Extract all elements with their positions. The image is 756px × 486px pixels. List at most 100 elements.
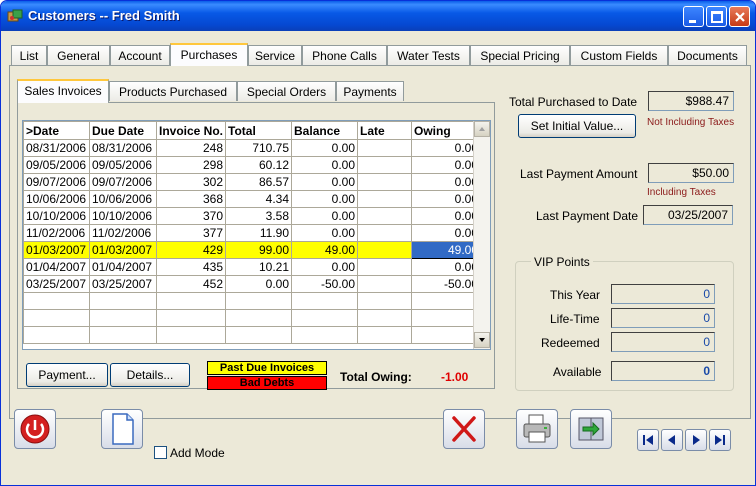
cell-late[interactable] (357, 207, 413, 225)
cell-late[interactable] (357, 139, 413, 157)
add-mode-checkbox[interactable] (154, 446, 167, 459)
cell-total[interactable]: 60.12 (225, 156, 293, 174)
cell-total[interactable] (225, 309, 293, 327)
cell-invoice-no[interactable] (155, 292, 227, 310)
cell-total[interactable]: 3.58 (225, 207, 293, 225)
cell-date[interactable]: 03/25/2007 (23, 275, 90, 293)
maximize-button[interactable] (706, 6, 727, 27)
set-initial-value-button[interactable]: Set Initial Value... (518, 114, 636, 138)
table-row[interactable] (23, 309, 482, 327)
column-header-late[interactable]: Late (357, 121, 413, 140)
scroll-up-button[interactable] (474, 121, 490, 137)
cell-balance[interactable] (291, 309, 359, 327)
cell-total[interactable]: 86.57 (225, 173, 293, 191)
cell-balance[interactable]: 0.00 (291, 190, 359, 208)
cell-due-date[interactable]: 09/05/2006 (89, 156, 157, 174)
table-row[interactable]: 10/06/2006 10/06/2006 368 4.34 0.00 0.00 (23, 190, 482, 208)
table-row[interactable] (23, 326, 482, 344)
table-row[interactable]: 09/05/2006 09/05/2006 298 60.12 0.00 0.00 (23, 156, 482, 174)
cell-balance[interactable]: 0.00 (291, 139, 359, 157)
print-button[interactable] (516, 409, 558, 449)
cell-balance[interactable]: 0.00 (291, 258, 359, 276)
cell-total[interactable]: 11.90 (225, 224, 293, 242)
scroll-down-button[interactable] (474, 332, 490, 348)
cell-owing[interactable] (411, 326, 482, 344)
cell-balance[interactable] (291, 326, 359, 344)
details-button[interactable]: Details... (110, 363, 190, 387)
cell-late[interactable] (357, 258, 413, 276)
cell-owing[interactable]: 0.00 (411, 139, 482, 157)
cell-date[interactable]: 09/05/2006 (23, 156, 90, 174)
tab-special-pricing[interactable]: Special Pricing (470, 45, 570, 65)
cell-late[interactable] (357, 326, 413, 344)
table-row[interactable]: 01/04/2007 01/04/2007 435 10.21 0.00 0.00 (23, 258, 482, 276)
cell-balance[interactable]: 0.00 (291, 224, 359, 242)
cell-owing[interactable]: 0.00 (411, 207, 482, 225)
subtab-sales-invoices[interactable]: Sales Invoices (17, 79, 109, 103)
table-row[interactable]: 09/07/2006 09/07/2006 302 86.57 0.00 0.00 (23, 173, 482, 191)
cell-owing[interactable]: 49.00 (411, 241, 482, 259)
minimize-button[interactable] (683, 6, 704, 27)
cell-invoice-no[interactable]: 377 (155, 224, 227, 242)
cell-date[interactable] (23, 292, 90, 310)
column-header-owing[interactable]: Owing (411, 121, 482, 140)
tab-general[interactable]: General (47, 45, 110, 65)
cell-total[interactable]: 10.21 (225, 258, 293, 276)
column-header-date[interactable]: >Date (23, 121, 90, 140)
cell-balance[interactable]: 0.00 (291, 156, 359, 174)
last-record-button[interactable] (709, 429, 731, 451)
cell-owing[interactable]: 0.00 (411, 224, 482, 242)
cell-due-date[interactable]: 03/25/2007 (89, 275, 157, 293)
cell-date[interactable]: 10/10/2006 (23, 207, 90, 225)
cell-due-date[interactable]: 01/04/2007 (89, 258, 157, 276)
cell-invoice-no[interactable]: 370 (155, 207, 227, 225)
table-row[interactable] (23, 292, 482, 310)
cell-owing[interactable] (411, 309, 482, 327)
cell-owing[interactable]: 0.00 (411, 173, 482, 191)
delete-button[interactable] (443, 409, 485, 449)
cell-late[interactable] (357, 309, 413, 327)
table-row[interactable]: 10/10/2006 10/10/2006 370 3.58 0.00 0.00 (23, 207, 482, 225)
cell-total[interactable]: 4.34 (225, 190, 293, 208)
cell-date[interactable] (23, 309, 90, 327)
cell-owing[interactable] (411, 292, 482, 310)
cell-total[interactable] (225, 326, 293, 344)
cell-due-date[interactable] (89, 326, 157, 344)
cell-late[interactable] (357, 173, 413, 191)
cell-owing[interactable]: 0.00 (411, 156, 482, 174)
cell-total[interactable]: 0.00 (225, 275, 293, 293)
cell-owing[interactable]: 0.00 (411, 258, 482, 276)
cell-balance[interactable]: 49.00 (291, 241, 359, 259)
cell-due-date[interactable] (89, 292, 157, 310)
cell-invoice-no[interactable]: 429 (155, 241, 227, 259)
cell-invoice-no[interactable]: 368 (155, 190, 227, 208)
table-row[interactable]: 03/25/2007 03/25/2007 452 0.00 -50.00 -50.00 (23, 275, 482, 293)
tab-purchases[interactable]: Purchases (170, 43, 248, 66)
close-window-button[interactable] (729, 6, 750, 27)
cell-late[interactable] (357, 292, 413, 310)
tab-account[interactable]: Account (110, 45, 170, 65)
cell-invoice-no[interactable]: 302 (155, 173, 227, 191)
cell-late[interactable] (357, 190, 413, 208)
cell-date[interactable]: 09/07/2006 (23, 173, 90, 191)
cell-invoice-no[interactable]: 452 (155, 275, 227, 293)
cell-date[interactable]: 01/03/2007 (23, 241, 90, 259)
column-header-invoice-no[interactable]: Invoice No. (155, 121, 227, 140)
export-button[interactable] (570, 409, 612, 449)
cell-due-date[interactable]: 10/10/2006 (89, 207, 157, 225)
next-record-button[interactable] (685, 429, 707, 451)
table-row[interactable]: 11/02/2006 11/02/2006 377 11.90 0.00 0.00 (23, 224, 482, 242)
subtab-products-purchased[interactable]: Products Purchased (109, 81, 237, 101)
payment-button[interactable]: Payment... (26, 363, 108, 387)
cell-balance[interactable] (291, 292, 359, 310)
cell-due-date[interactable] (89, 309, 157, 327)
cell-balance[interactable]: 0.00 (291, 173, 359, 191)
cell-date[interactable] (23, 326, 90, 344)
cell-date[interactable]: 11/02/2006 (23, 224, 90, 242)
cell-due-date[interactable]: 08/31/2006 (89, 139, 157, 157)
cell-late[interactable] (357, 156, 413, 174)
cell-late[interactable] (357, 224, 413, 242)
cell-invoice-no[interactable]: 248 (155, 139, 227, 157)
column-header-total[interactable]: Total (225, 121, 293, 140)
cell-late[interactable] (357, 275, 413, 293)
